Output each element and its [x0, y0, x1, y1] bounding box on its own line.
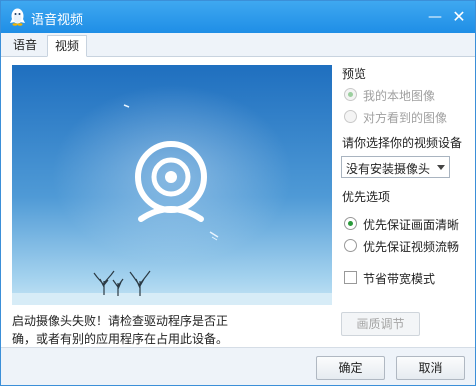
voice-video-window: 语音视频 — ✕ 语音 视频 启动摄像头失败！请检查驱动程序是否正 确，或者有别…: [0, 0, 476, 386]
close-button[interactable]: ✕: [449, 7, 469, 27]
radio-label: 优先保证视频流畅: [363, 240, 460, 254]
video-settings-panel: 启动摄像头失败！请检查驱动程序是否正 确，或者有别的应用程序在占用此设备。 预览…: [1, 57, 475, 347]
video-device-select[interactable]: 没有安装摄像头: [341, 156, 450, 178]
radio-button[interactable]: [344, 239, 357, 252]
minimize-button[interactable]: —: [425, 7, 445, 27]
radio-label: 我的本地图像: [363, 89, 436, 103]
camera-error-line-2: 确，或者有别的应用程序在占用此设备。: [12, 332, 229, 346]
video-preview: [12, 65, 332, 305]
ok-button[interactable]: 确定: [316, 356, 385, 380]
priority-section-label: 优先选项: [342, 190, 391, 204]
chevron-down-icon[interactable]: [437, 165, 445, 170]
tab-video[interactable]: 视频: [47, 35, 88, 57]
cancel-button[interactable]: 取消: [396, 356, 465, 380]
preview-section-label: 预览: [342, 67, 367, 81]
radio-label: 对方看到的图像: [363, 111, 448, 125]
radio-button[interactable]: [344, 217, 357, 230]
video-device-selected: 没有安装摄像头: [346, 162, 431, 176]
dialog-footer: 确定 取消: [1, 347, 475, 385]
radio-button[interactable]: [344, 88, 357, 101]
bandwidth-saving-checkbox[interactable]: [344, 271, 357, 284]
bandwidth-saving-label: 节省带宽模式: [363, 272, 436, 286]
camera-placeholder-image: [12, 65, 332, 305]
window-title: 语音视频: [31, 13, 84, 28]
radio-button[interactable]: [344, 110, 357, 123]
titlebar[interactable]: 语音视频 — ✕: [1, 1, 475, 33]
tab-voice[interactable]: 语音: [6, 35, 44, 57]
qq-penguin-icon: [10, 8, 25, 26]
tab-bar: 语音 视频: [1, 33, 475, 57]
device-section-label: 请你选择你的视频设备: [342, 136, 463, 150]
quality-adjust-button[interactable]: 画质调节: [341, 312, 420, 336]
camera-error-line-1: 启动摄像头失败！请检查驱动程序是否正: [12, 314, 229, 328]
radio-label: 优先保证画面清晰: [363, 218, 460, 232]
camera-error-message: 启动摄像头失败！请检查驱动程序是否正 确，或者有别的应用程序在占用此设备。: [12, 312, 292, 348]
